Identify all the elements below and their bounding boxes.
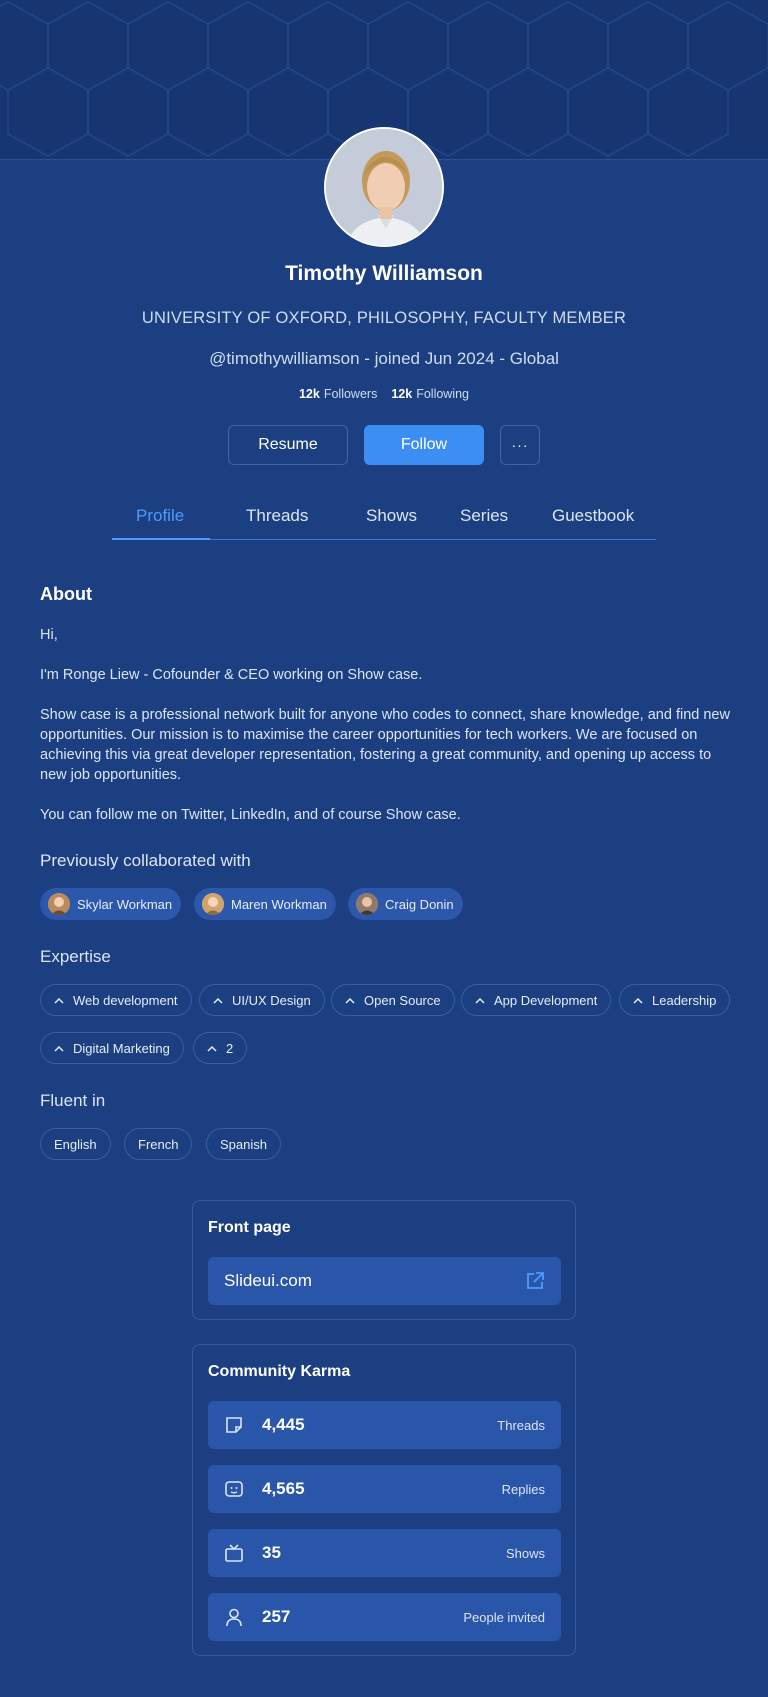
about-paragraph: I'm Ronge Liew - Cofounder & CEO working…	[40, 667, 423, 683]
resume-button[interactable]: Resume	[228, 425, 348, 465]
language-chip: Spanish	[206, 1128, 281, 1160]
collaborator-chip[interactable]: Skylar Workman	[40, 888, 182, 920]
language-label: English	[54, 1136, 97, 1152]
karma-title: Community Karma	[208, 1363, 351, 1380]
karma-row-people-invited: 257 People invited	[208, 1593, 561, 1641]
profile-name: Timothy Williamson	[285, 262, 483, 285]
expertise-label: Digital Marketing	[73, 1040, 170, 1056]
profile-affiliation: UNIVERSITY OF OXFORD, PHILOSOPHY, FACULT…	[141, 309, 627, 327]
expertise-chip[interactable]: Web development	[40, 984, 192, 1016]
followers-label[interactable]: Followers	[324, 387, 378, 401]
languages-title: Fluent in	[40, 1091, 106, 1110]
expertise-label: App Development	[494, 992, 598, 1008]
tv-icon	[224, 1543, 244, 1563]
profile-tabs: Profile Threads Shows Series Guestbook	[112, 500, 656, 540]
expertise-label: Leadership	[652, 992, 717, 1008]
about-title: About	[40, 584, 92, 604]
about-paragraph: Show case is a professional network buil…	[40, 707, 730, 783]
tab-threads[interactable]: Threads	[246, 506, 308, 526]
karma-value: 4,445	[262, 1415, 305, 1434]
front-page-card: Front page Slideui.com	[192, 1200, 576, 1320]
karma-value: 257	[262, 1607, 291, 1626]
profile-stats: 12k Followers 12k Following	[0, 387, 768, 401]
follow-button[interactable]: Follow	[364, 425, 484, 465]
karma-row-replies: 4,565 Replies	[208, 1465, 561, 1513]
expertise-title: Expertise	[40, 947, 111, 966]
about-paragraph: You can follow me on Twitter, LinkedIn, …	[40, 807, 461, 823]
expertise-label: Web development	[73, 992, 178, 1008]
karma-label: Threads	[497, 1417, 545, 1433]
front-page-link[interactable]: Slideui.com	[208, 1257, 561, 1305]
language-chip: French	[124, 1128, 193, 1160]
karma-label: People invited	[463, 1609, 545, 1625]
expertise-label: UI/UX Design	[232, 992, 311, 1008]
collaborator-avatar	[48, 893, 70, 915]
collaborator-chip[interactable]: Craig Donin	[348, 888, 463, 920]
tab-series[interactable]: Series	[460, 506, 508, 526]
expertise-chip[interactable]: Leadership	[619, 984, 731, 1016]
chevron-up-icon	[213, 997, 223, 1004]
front-page-title: Front page	[208, 1219, 291, 1236]
karma-value: 4,565	[262, 1479, 305, 1498]
collaborator-avatar	[202, 893, 224, 915]
language-label: French	[138, 1136, 179, 1152]
language-label: Spanish	[220, 1136, 267, 1152]
chevron-up-icon	[345, 997, 355, 1004]
reply-icon	[224, 1479, 244, 1499]
profile-handle-line: @timothywilliamson - joined Jun 2024 - G…	[209, 349, 559, 368]
chevron-up-icon	[54, 997, 64, 1004]
active-tab-indicator	[112, 538, 210, 540]
chevron-up-icon	[475, 997, 485, 1004]
expertise-chip[interactable]: Open Source	[331, 984, 455, 1016]
collaborator-chip[interactable]: Maren Workman	[194, 888, 336, 920]
collaborator-avatar	[356, 893, 378, 915]
collaborator-name: Maren Workman	[231, 896, 327, 912]
avatar-portrait	[326, 129, 442, 245]
expertise-label: Open Source	[364, 992, 441, 1008]
following-label[interactable]: Following	[416, 387, 469, 401]
community-karma-card: Community Karma 4,445 Threads 4,565 Repl…	[192, 1344, 576, 1656]
tab-profile[interactable]: Profile	[136, 506, 184, 526]
expertise-more-count: 2	[226, 1040, 234, 1056]
chevron-up-icon	[207, 1045, 217, 1052]
chevron-up-icon	[633, 997, 643, 1004]
external-link-icon	[525, 1271, 545, 1296]
expertise-chip[interactable]: UI/UX Design	[199, 984, 325, 1016]
expertise-chip[interactable]: Digital Marketing	[40, 1032, 184, 1064]
collaborator-name: Craig Donin	[385, 896, 454, 912]
about-paragraph: Hi,	[40, 627, 58, 643]
more-options-button[interactable]: ···	[500, 425, 540, 465]
chevron-up-icon	[54, 1045, 64, 1052]
karma-row-shows: 35 Shows	[208, 1529, 561, 1577]
tab-guestbook[interactable]: Guestbook	[552, 506, 634, 526]
thread-icon	[224, 1415, 244, 1435]
person-icon	[224, 1607, 244, 1627]
expertise-more-chip[interactable]: 2	[193, 1032, 248, 1064]
collaborator-name: Skylar Workman	[77, 896, 173, 912]
karma-label: Shows	[505, 1545, 545, 1561]
language-chip: English	[40, 1128, 111, 1160]
karma-row-threads: 4,445 Threads	[208, 1401, 561, 1449]
front-page-url: Slideui.com	[224, 1271, 312, 1290]
followers-count: 12k	[298, 387, 320, 401]
profile-avatar[interactable]	[324, 127, 444, 247]
karma-label: Replies	[501, 1481, 545, 1497]
tab-shows[interactable]: Shows	[366, 506, 417, 526]
following-count: 12k	[391, 387, 413, 401]
collaborators-title: Previously collaborated with	[40, 851, 251, 870]
expertise-chip[interactable]: App Development	[461, 984, 612, 1016]
karma-value: 35	[262, 1543, 281, 1562]
